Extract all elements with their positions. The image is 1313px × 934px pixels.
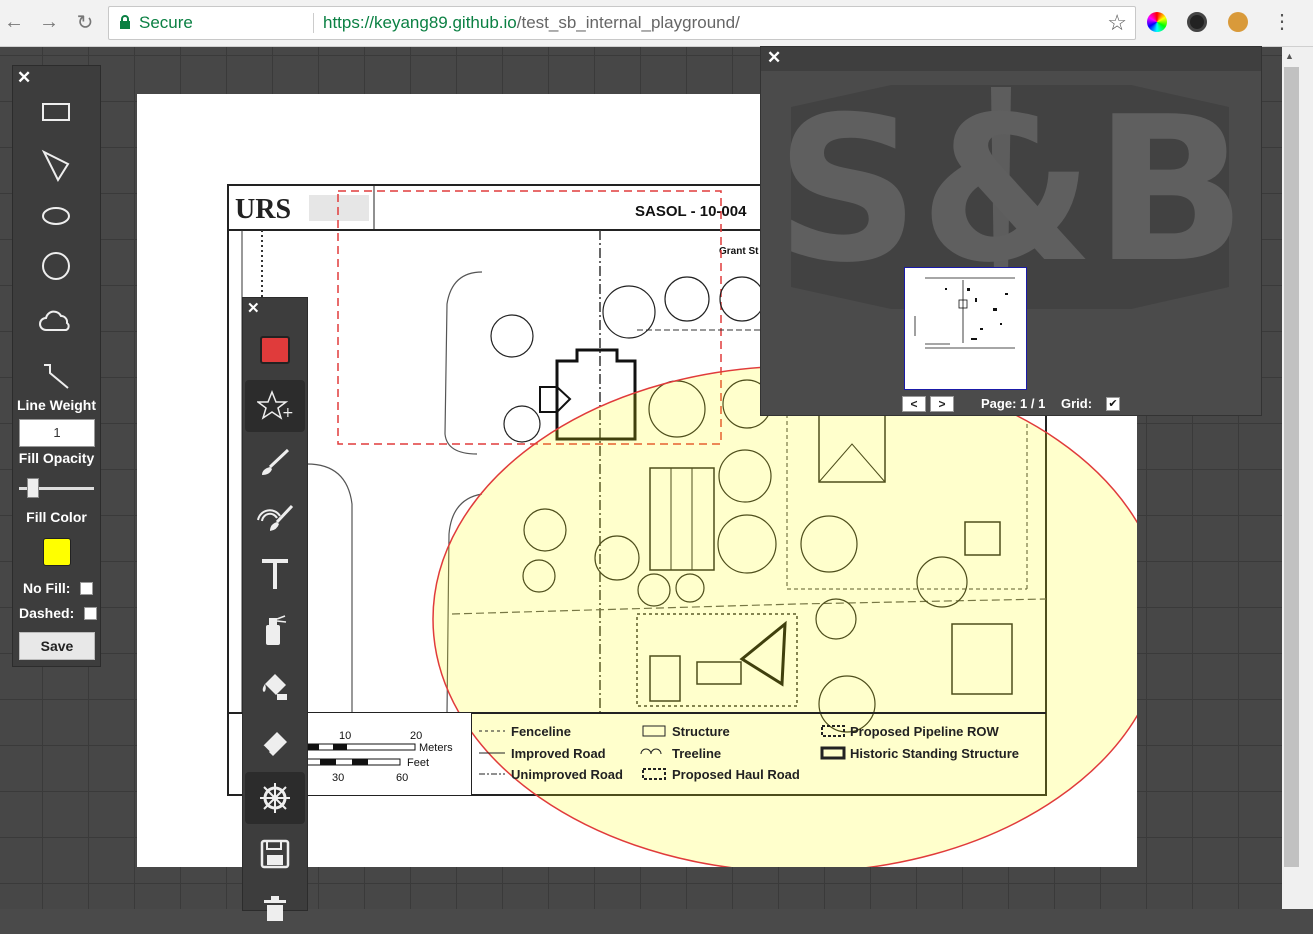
save-tool[interactable]: [245, 828, 305, 880]
scrollbar-thumb[interactable]: [1284, 67, 1299, 867]
ship-wheel-icon: [260, 783, 290, 813]
no-fill-checkbox[interactable]: [80, 582, 93, 595]
thumbnail-preview: [914, 277, 1015, 349]
dashed-checkbox[interactable]: [84, 607, 97, 620]
polyline-tool[interactable]: [33, 356, 79, 396]
legend-improved-road: Improved Road: [511, 746, 606, 761]
page-indicator: Page: 1 / 1: [981, 396, 1046, 411]
fill-color-swatch[interactable]: [43, 538, 71, 566]
stamp-tool[interactable]: +: [245, 380, 305, 432]
legend-structure: Structure: [672, 724, 730, 739]
eraser-icon: [262, 732, 287, 756]
fill-opacity-label: Fill Opacity: [18, 450, 95, 466]
cloud-tool[interactable]: [33, 301, 79, 341]
browser-toolbar: ← → ↻ Secure https://keyang89.github.io/…: [0, 0, 1313, 47]
polyline-icon: [44, 364, 69, 389]
document-title: SASOL - 10-004: [635, 203, 747, 220]
brush-icon: [262, 448, 290, 475]
close-icon[interactable]: ✕: [247, 299, 260, 317]
spray-icon: [266, 615, 287, 645]
triangle-tool[interactable]: [33, 146, 79, 186]
cloud-icon: [39, 310, 70, 331]
stroke-color-button[interactable]: [245, 324, 305, 376]
ship-wheel-tool[interactable]: [245, 772, 305, 824]
page-thumbnail[interactable]: [904, 267, 1027, 390]
text-tool[interactable]: [245, 548, 305, 600]
feet-label: Feet: [407, 757, 429, 769]
bookmark-star-icon[interactable]: ☆: [1107, 10, 1127, 36]
legend-fenceline: Fenceline: [511, 724, 571, 739]
url-path: /test_sb_internal_playground/: [516, 13, 740, 32]
circle-tool[interactable]: [33, 246, 79, 286]
eraser-tool[interactable]: [245, 716, 305, 768]
stamp-add-icon: +: [257, 389, 293, 421]
circle-icon: [42, 252, 70, 280]
browser-menu-icon[interactable]: ⋮: [1272, 9, 1292, 34]
save-disk-icon: [260, 839, 290, 869]
dashed-label: Dashed:: [19, 605, 75, 621]
triangle-icon: [41, 149, 70, 183]
address-bar[interactable]: Secure https://keyang89.github.io/test_s…: [108, 6, 1136, 40]
legend-historic: Historic Standing Structure: [850, 746, 1019, 761]
rectangle-tool[interactable]: [33, 92, 79, 132]
scale-ft-60: 60: [396, 772, 408, 784]
camera-extension-icon[interactable]: [1187, 12, 1207, 32]
ellipse-tool[interactable]: [33, 196, 79, 236]
scale-ft-30: 30: [332, 772, 344, 784]
meters-label: Meters: [419, 742, 453, 754]
paint-bucket-icon: [262, 674, 287, 700]
line-weight-input[interactable]: 1: [19, 419, 95, 447]
fill-opacity-slider-thumb[interactable]: [27, 478, 39, 498]
close-icon[interactable]: ✕: [17, 68, 31, 88]
stroke-color-swatch: [260, 336, 290, 364]
paint-bucket-tool[interactable]: [245, 660, 305, 712]
street-label: Grant St: [719, 246, 759, 257]
divider: [313, 13, 314, 33]
legend-unimproved-road: Unimproved Road: [511, 767, 623, 782]
color-wheel-extension-icon[interactable]: [1147, 12, 1167, 32]
cookie-extension-icon[interactable]: [1228, 12, 1248, 32]
legend-treeline: Treeline: [672, 746, 721, 761]
brush-tool[interactable]: [245, 436, 305, 488]
rainbow-brush-tool[interactable]: [245, 492, 305, 544]
svg-text:+: +: [282, 405, 293, 421]
rectangle-icon: [42, 103, 70, 121]
grid-checkbox[interactable]: ✔: [1106, 397, 1120, 411]
annotation-ellipse[interactable]: [432, 365, 1137, 867]
fill-color-label: Fill Color: [26, 509, 87, 525]
shape-properties-panel: ✕ Line Weight 1 Fill Opacity Fill Color …: [12, 65, 101, 667]
ellipse-icon: [42, 207, 70, 225]
reload-icon[interactable]: ↻: [73, 10, 97, 34]
back-icon[interactable]: ←: [2, 10, 26, 34]
forward-icon[interactable]: →: [37, 10, 61, 34]
lock-icon: [120, 15, 130, 29]
scale-m-20: 20: [410, 730, 422, 742]
grid-label: Grid:: [1061, 396, 1093, 411]
secure-label: Secure: [139, 13, 193, 32]
line-weight-label: Line Weight: [16, 397, 97, 413]
spray-tool[interactable]: [245, 604, 305, 656]
next-page-button[interactable]: >: [930, 396, 954, 412]
legend-pipeline-row: Proposed Pipeline ROW: [850, 724, 1000, 739]
url-host: https://keyang89.github.io: [323, 13, 517, 32]
trash-tool[interactable]: [245, 882, 305, 934]
drawing-toolbar: ✕ +: [242, 297, 308, 921]
text-tool-icon: [262, 559, 288, 589]
urs-logo: URS: [235, 194, 291, 225]
scroll-up-icon[interactable]: ▲: [1285, 51, 1294, 61]
no-fill-label: No Fill:: [23, 580, 71, 596]
trash-icon: [264, 896, 286, 921]
vertical-scrollbar[interactable]: ▲: [1282, 47, 1313, 909]
prev-page-button[interactable]: <: [902, 396, 926, 412]
scale-m-10: 10: [339, 730, 351, 742]
url-text[interactable]: https://keyang89.github.io/test_sb_inter…: [323, 13, 740, 33]
save-button[interactable]: Save: [19, 632, 95, 660]
page-overview-panel: ✕ S&B < > Page: 1 / 1 Grid: ✔: [760, 46, 1262, 416]
rainbow-brush-icon: [257, 504, 294, 531]
legend-haul-road: Proposed Haul Road: [672, 767, 800, 782]
